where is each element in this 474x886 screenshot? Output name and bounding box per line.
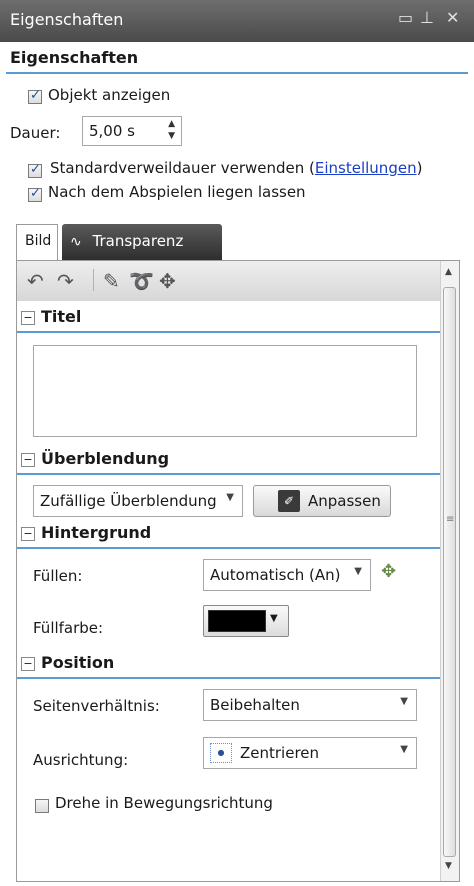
pin-icon[interactable]: ⊥ bbox=[420, 8, 434, 27]
chevron-down-icon: ▼ bbox=[270, 613, 278, 624]
panel-divider bbox=[6, 72, 468, 74]
toolbar-separator bbox=[93, 269, 94, 291]
align-select-value: Zentrieren bbox=[240, 744, 320, 762]
grip-icon: ≡ bbox=[446, 514, 455, 525]
collapse-titel-icon[interactable]: − bbox=[21, 311, 35, 325]
section-hintergrund-label: Hintergrund bbox=[41, 523, 152, 542]
tab-bild-label: Bild bbox=[25, 233, 52, 249]
chevron-down-icon: ▼ bbox=[354, 566, 362, 577]
image-toolbar: ↶ ↷ ✎ ➰ ✥ bbox=[17, 261, 441, 301]
tab-content: ↶ ↷ ✎ ➰ ✥ − Titel − Überblendung Zufälli… bbox=[16, 260, 460, 882]
show-object-checkbox[interactable] bbox=[28, 88, 42, 104]
window-title: Eigenschaften bbox=[10, 10, 124, 29]
chevron-down-icon: ▼ bbox=[400, 744, 408, 755]
align-center-icon: ● bbox=[210, 743, 232, 763]
section-ueberblendung-divider bbox=[17, 473, 441, 475]
lasso-icon[interactable]: ➰ bbox=[129, 269, 154, 293]
undo-icon[interactable]: ↶ bbox=[27, 269, 44, 293]
section-hintergrund[interactable]: − Hintergrund bbox=[17, 521, 441, 549]
collapse-position-icon[interactable]: − bbox=[21, 657, 35, 671]
align-label: Ausrichtung: bbox=[33, 751, 129, 769]
section-titel-divider bbox=[17, 331, 441, 333]
fill-color-picker[interactable]: ▼ bbox=[203, 605, 289, 637]
chevron-down-icon: ▼ bbox=[400, 696, 408, 707]
redo-icon[interactable]: ↷ bbox=[57, 269, 74, 293]
fill-color-swatch bbox=[208, 610, 266, 632]
transition-select[interactable]: Zufällige Überblendung ▼ bbox=[33, 485, 243, 517]
panel-heading: Eigenschaften bbox=[10, 48, 139, 67]
settings-link[interactable]: Einstellungen bbox=[315, 159, 417, 177]
brush-icon[interactable]: ✎ bbox=[103, 269, 120, 293]
fill-select[interactable]: Automatisch (An) ▼ bbox=[203, 559, 371, 591]
section-hintergrund-divider bbox=[17, 547, 441, 549]
tab-transparenz[interactable]: ∿ Transparenz bbox=[62, 224, 222, 260]
section-titel[interactable]: − Titel bbox=[17, 305, 441, 333]
duration-value: 5,00 s bbox=[89, 122, 135, 140]
duration-spinner-icon[interactable]: ▲ ▼ bbox=[168, 118, 175, 142]
keep-after-play-checkbox[interactable] bbox=[28, 186, 42, 202]
transition-select-value: Zufällige Überblendung bbox=[40, 492, 216, 510]
move-icon[interactable]: ✥ bbox=[159, 269, 176, 293]
show-object-label: Objekt anzeigen bbox=[48, 86, 171, 104]
fill-label: Füllen: bbox=[33, 567, 83, 585]
customize-icon: ✐ bbox=[278, 490, 300, 512]
fill-color-label: Füllfarbe: bbox=[33, 619, 104, 637]
window-titlebar: Eigenschaften ▭ ⊥ ✕ bbox=[0, 0, 474, 42]
duration-field[interactable]: 5,00 s ▲ ▼ bbox=[82, 116, 182, 146]
section-ueberblendung[interactable]: − Überblendung bbox=[17, 447, 441, 475]
duration-label: Dauer: bbox=[10, 124, 61, 142]
rotate-label: Drehe in Bewegungsrichtung bbox=[55, 794, 273, 812]
aspect-select[interactable]: Beibehalten ▼ bbox=[203, 689, 417, 721]
customize-label: Anpassen bbox=[308, 492, 381, 510]
dock-icon[interactable]: ▭ bbox=[398, 8, 413, 27]
tab-strip: Bild ∿ Transparenz bbox=[16, 224, 460, 260]
close-icon[interactable]: ✕ bbox=[446, 8, 459, 27]
section-position-label: Position bbox=[41, 653, 115, 672]
chevron-down-icon: ▼ bbox=[226, 492, 234, 503]
fill-select-value: Automatisch (An) bbox=[210, 566, 341, 584]
fill-options-icon[interactable]: ✥ bbox=[381, 561, 396, 582]
tab-transparenz-label: Transparenz bbox=[92, 232, 184, 250]
keep-after-play-label: Nach dem Abspielen liegen lassen bbox=[48, 183, 306, 201]
collapse-hintergrund-icon[interactable]: − bbox=[21, 527, 35, 541]
aspect-label: Seitenverhältnis: bbox=[33, 697, 160, 715]
scrollbar-thumb[interactable]: ≡ bbox=[443, 287, 456, 857]
scroll-up-icon[interactable]: ▲ bbox=[445, 267, 452, 277]
collapse-ueberblendung-icon[interactable]: − bbox=[21, 453, 35, 467]
default-duration-label: Standardverweildauer verwenden (Einstell… bbox=[50, 159, 423, 177]
section-position[interactable]: − Position bbox=[17, 651, 441, 679]
default-duration-checkbox[interactable] bbox=[28, 162, 42, 178]
transparency-icon: ∿ bbox=[70, 234, 82, 250]
vertical-scrollbar[interactable]: ▲ ≡ ▼ bbox=[440, 261, 459, 881]
scroll-down-icon[interactable]: ▼ bbox=[445, 861, 452, 871]
section-titel-label: Titel bbox=[41, 307, 82, 326]
customize-button[interactable]: ✐ Anpassen bbox=[253, 485, 391, 517]
title-textarea[interactable] bbox=[33, 345, 417, 437]
tab-bild[interactable]: Bild bbox=[16, 224, 58, 260]
align-select[interactable]: ● Zentrieren ▼ bbox=[203, 737, 417, 769]
aspect-select-value: Beibehalten bbox=[210, 696, 300, 714]
section-position-divider bbox=[17, 677, 441, 679]
section-ueberblendung-label: Überblendung bbox=[41, 449, 170, 468]
rotate-checkbox[interactable] bbox=[35, 799, 49, 813]
